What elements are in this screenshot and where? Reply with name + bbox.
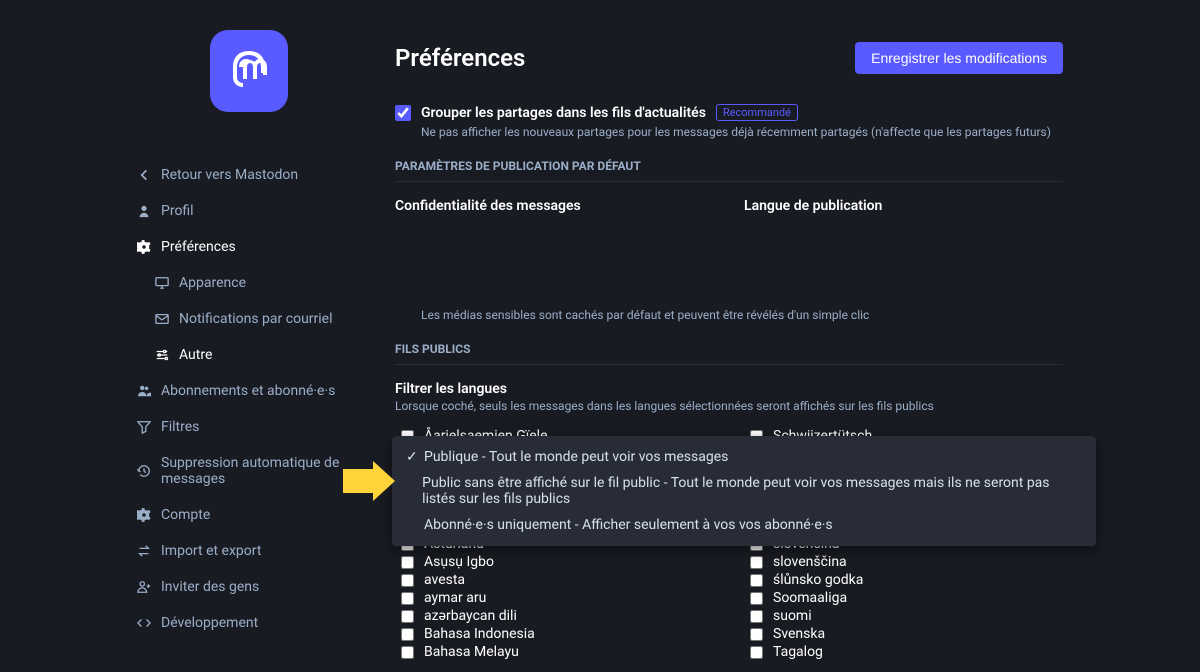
nav-label: Autre: [179, 347, 212, 363]
nav-item-7[interactable]: Filtres: [137, 409, 395, 445]
lang-label: Bahasa Indonesia: [424, 626, 535, 642]
code-icon: [137, 616, 151, 630]
nav-item-2[interactable]: Préférences: [137, 229, 395, 265]
privacy-option-public[interactable]: ✓ Publique - Tout le monde peut voir vos…: [392, 444, 1096, 470]
recommended-badge: Recommandé: [716, 104, 798, 121]
lang-item[interactable]: azərbaycan dili: [401, 607, 714, 625]
save-button[interactable]: Enregistrer les modifications: [855, 42, 1063, 74]
nav-label: Import et export: [161, 543, 261, 559]
lang-label: ślůnsko godka: [773, 572, 863, 588]
lang-checkbox[interactable]: [750, 628, 763, 641]
filter-langs-heading: Filtrer les langues: [395, 381, 1200, 397]
group-boosts-help: Ne pas afficher les nouveaux partages po…: [421, 125, 1200, 139]
lang-label: Tagalog: [773, 644, 823, 660]
chevron-left-icon: [137, 168, 151, 182]
lang-checkbox[interactable]: [750, 646, 763, 659]
nav-item-10[interactable]: Import et export: [137, 533, 395, 569]
nav-label: Retour vers Mastodon: [161, 167, 298, 183]
lang-label: Asụsụ Igbo: [424, 554, 494, 570]
lang-label: Soomaaliga: [773, 590, 847, 606]
gear-icon: [137, 508, 151, 522]
nav-item-1[interactable]: Profil: [137, 193, 395, 229]
lang-label: Svenska: [773, 626, 825, 642]
mastodon-logo: [210, 30, 288, 112]
section-posting-defaults: PARAMÈTRES DE PUBLICATION PAR DÉFAUT: [395, 159, 1063, 182]
nav-label: Inviter des gens: [161, 579, 259, 595]
lang-checkbox[interactable]: [750, 610, 763, 623]
privacy-option-unlisted[interactable]: Public sans être affiché sur le fil publ…: [392, 470, 1096, 512]
lang-label: avesta: [424, 572, 465, 588]
lang-checkbox[interactable]: [401, 628, 414, 641]
privacy-label: Confidentialité des messages: [395, 198, 714, 214]
nav-label: Notifications par courriel: [179, 311, 333, 327]
lang-item[interactable]: Tagalog: [750, 643, 1063, 661]
lang-checkbox[interactable]: [401, 592, 414, 605]
user-plus-icon: [137, 580, 151, 594]
lang-checkbox[interactable]: [401, 556, 414, 569]
nav-label: Filtres: [161, 419, 199, 435]
lang-checkbox[interactable]: [750, 556, 763, 569]
check-icon: ✓: [406, 449, 418, 465]
lang-item[interactable]: Asụsụ Igbo: [401, 553, 714, 571]
privacy-option-followers[interactable]: Abonné·e·s uniquement - Afficher seuleme…: [392, 512, 1096, 538]
nav-item-6[interactable]: Abonnements et abonné·e·s: [137, 373, 395, 409]
lang-label: Bahasa Melayu: [424, 644, 519, 660]
lang-label: suomi: [773, 608, 812, 624]
lang-checkbox[interactable]: [750, 592, 763, 605]
lang-checkbox[interactable]: [750, 574, 763, 587]
nav-item-9[interactable]: Compte: [137, 497, 395, 533]
annotation-arrow: [343, 461, 395, 501]
section-public-feeds: FILS PUBLICS: [395, 342, 1063, 365]
nav-item-5[interactable]: Autre: [137, 337, 395, 373]
sliders-icon: [155, 348, 169, 362]
nav-label: Développement: [161, 615, 258, 631]
lang-item[interactable]: suomi: [750, 607, 1063, 625]
history-icon: [137, 464, 151, 478]
nav-label: Profil: [161, 203, 194, 219]
lang-checkbox[interactable]: [401, 574, 414, 587]
lang-checkbox[interactable]: [401, 610, 414, 623]
nav-item-11[interactable]: Inviter des gens: [137, 569, 395, 605]
lang-item[interactable]: avesta: [401, 571, 714, 589]
lang-pub-label: Langue de publication: [744, 198, 1063, 214]
nav-item-4[interactable]: Notifications par courriel: [137, 301, 395, 337]
nav-item-0[interactable]: Retour vers Mastodon: [137, 157, 395, 193]
sensitive-help: Les médias sensibles sont cachés par déf…: [421, 308, 1200, 322]
filter-icon: [137, 420, 151, 434]
user-icon: [137, 204, 151, 218]
page-title: Préférences: [395, 44, 525, 72]
lang-item[interactable]: Bahasa Indonesia: [401, 625, 714, 643]
lang-label: azərbaycan dili: [424, 608, 517, 624]
group-boosts-checkbox[interactable]: [395, 105, 411, 121]
filter-langs-help: Lorsque coché, seuls les messages dans l…: [395, 399, 1200, 413]
nav-label: Préférences: [161, 239, 236, 255]
nav-label: Apparence: [179, 275, 246, 291]
privacy-dropdown[interactable]: ✓ Publique - Tout le monde peut voir vos…: [392, 436, 1096, 546]
lang-item[interactable]: slovenščina: [750, 553, 1063, 571]
mail-icon: [155, 312, 169, 326]
lang-label: slovenščina: [773, 554, 847, 570]
nav-item-12[interactable]: Développement: [137, 605, 395, 641]
nav-label: Abonnements et abonné·e·s: [161, 383, 335, 399]
lang-checkbox[interactable]: [401, 646, 414, 659]
nav-label: Compte: [161, 507, 210, 523]
desktop-icon: [155, 276, 169, 290]
lang-label: aymar aru: [424, 590, 486, 606]
gear-icon: [137, 240, 151, 254]
lang-item[interactable]: Bahasa Melayu: [401, 643, 714, 661]
nav-item-3[interactable]: Apparence: [137, 265, 395, 301]
users-icon: [137, 384, 151, 398]
lang-item[interactable]: aymar aru: [401, 589, 714, 607]
lang-item[interactable]: Svenska: [750, 625, 1063, 643]
group-boosts-label: Grouper les partages dans les fils d'act…: [421, 105, 706, 121]
lang-item[interactable]: Soomaaliga: [750, 589, 1063, 607]
transfer-icon: [137, 544, 151, 558]
lang-item[interactable]: ślůnsko godka: [750, 571, 1063, 589]
